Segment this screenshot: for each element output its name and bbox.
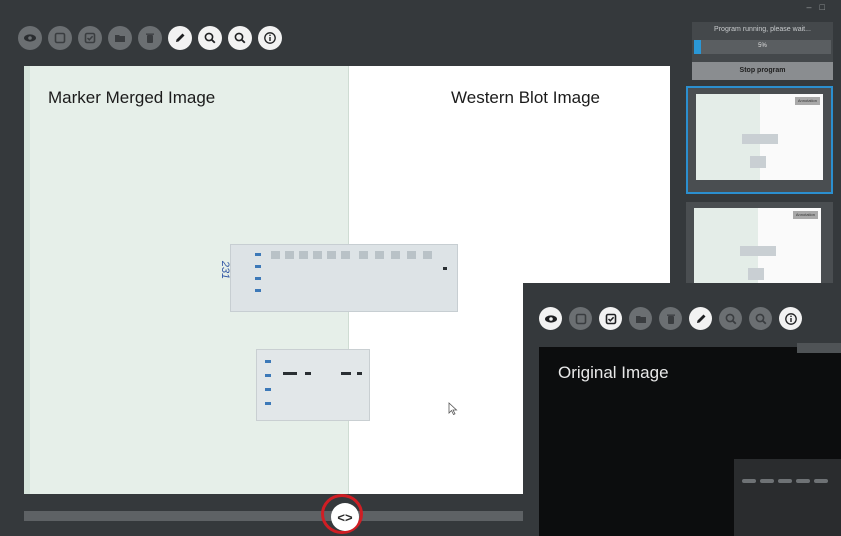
overlay-badge [797,343,841,353]
info-icon[interactable] [779,307,802,330]
western-blot-caption: Western Blot Image [451,88,600,107]
mouse-cursor-icon [448,402,458,416]
lane-well [407,251,416,259]
original-image-window: Original Image [523,283,841,536]
pencil-icon[interactable] [689,307,712,330]
blot-band [814,479,828,483]
pencil-icon[interactable] [168,26,192,50]
app-window: Marker Merged Image Western Blot Image 2… [0,0,841,536]
blot-band [760,479,774,483]
thumbnail-badge: Annotation [794,97,820,105]
thumbnail-badge: Annotation [792,211,818,219]
progress-panel: Program running, please wait... 5% Stop … [692,22,833,80]
zoom-in-icon[interactable] [719,307,742,330]
thumbnail-image: Annotation [694,208,821,294]
window-controls[interactable]: –□ [807,2,833,12]
original-image-view: Original Image [539,343,841,536]
folder-icon[interactable] [629,307,652,330]
overlay-toolbar [539,307,802,330]
blot-band [742,479,756,483]
membrane-upper [230,244,458,312]
zoom-in-icon[interactable] [198,26,222,50]
blot-band [796,479,810,483]
stop-program-button[interactable]: Stop program [692,62,833,80]
membrane-lower [256,349,370,421]
lane-well [391,251,400,259]
info-icon[interactable] [258,26,282,50]
blot-band [283,372,297,375]
marker-band [255,277,261,280]
zoom-out-icon[interactable] [749,307,772,330]
handwritten-label: 231 [219,260,232,280]
lane-well [271,251,280,259]
marker-band [265,388,271,391]
panel-edge [24,66,30,494]
thumbnail-blot [740,246,776,256]
thumbnail-blot [742,134,778,144]
compare-slider-track[interactable] [24,511,524,521]
folder-icon[interactable] [108,26,132,50]
lane-well [423,251,432,259]
progress-percent: 5% [758,43,767,49]
checkbox-icon[interactable] [599,307,622,330]
blot-band [341,372,351,375]
lane-well [299,251,308,259]
lane-well [359,251,368,259]
zoom-out-icon[interactable] [228,26,252,50]
blot-band [305,372,311,375]
marker-merged-caption: Marker Merged Image [48,88,216,107]
lane-well [285,251,294,259]
dark-membrane [734,459,841,536]
thumbnail-blot [748,268,764,280]
marker-band [255,265,261,268]
trash-icon[interactable] [659,307,682,330]
eye-icon[interactable] [18,26,42,50]
eye-icon[interactable] [539,307,562,330]
marker-band [265,402,271,405]
marker-band [255,253,261,256]
lane-well [327,251,336,259]
progress-message: Program running, please wait... [714,26,811,33]
side-panel: –□ Program running, please wait... 5% St… [686,0,841,300]
progress-bar: 5% [694,40,831,54]
original-image-caption: Original Image [558,363,669,382]
lane-well [375,251,384,259]
marker-band [265,360,271,363]
blot-band [357,372,362,375]
thumbnail-blot [750,156,766,168]
main-toolbar [18,26,282,50]
checkbox-icon[interactable] [78,26,102,50]
square-icon[interactable] [569,307,592,330]
square-icon[interactable] [48,26,72,50]
marker-band [255,289,261,292]
thumbnail-item[interactable]: Annotation [686,86,833,194]
blot-band [443,267,447,270]
lane-well [313,251,322,259]
blot-band [778,479,792,483]
marker-band [265,374,271,377]
thumbnail-image: Annotation [696,94,823,180]
trash-icon[interactable] [138,26,162,50]
compare-slider-handle[interactable]: <> [331,503,359,531]
lane-well [341,251,350,259]
